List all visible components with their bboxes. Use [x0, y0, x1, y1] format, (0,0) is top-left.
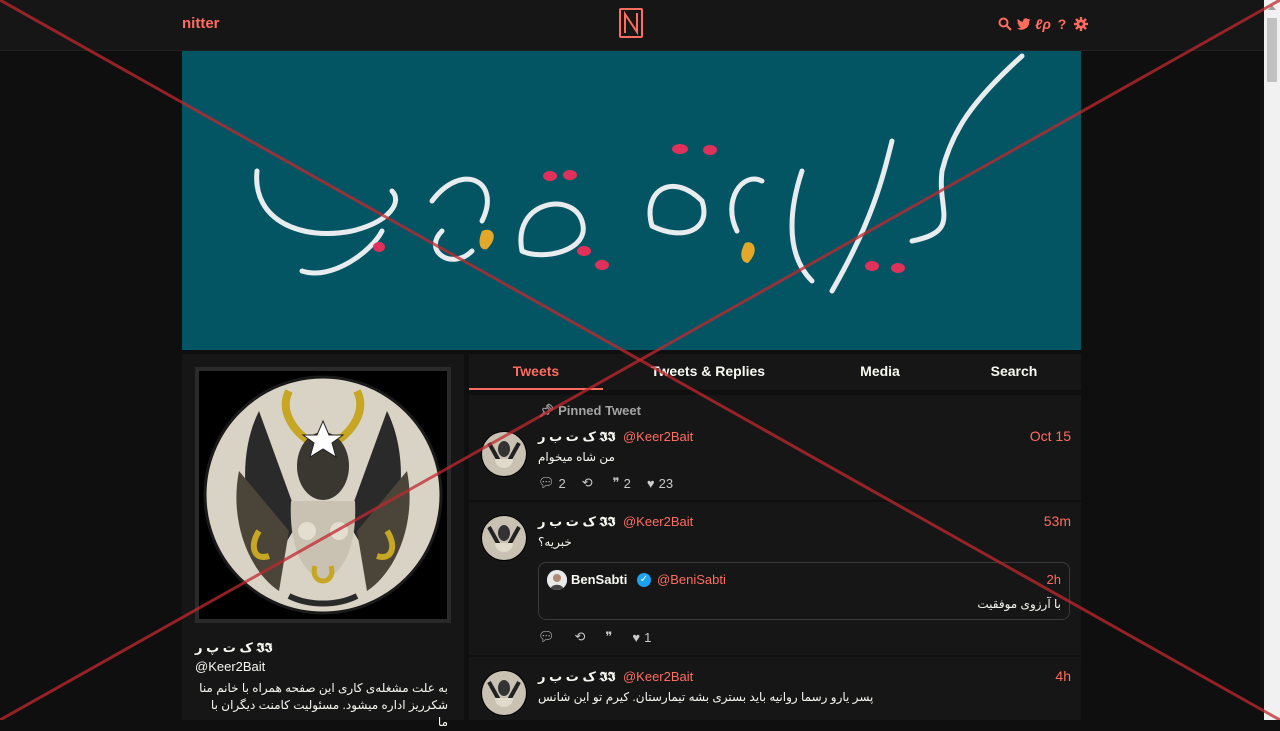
- tweet-username[interactable]: @Keer2Bait: [623, 514, 693, 529]
- tweet-avatar[interactable]: [481, 431, 527, 477]
- quoted-tweet[interactable]: BenSabti ✓ @BeniSabti 2h با آرزوی موفقیت: [538, 562, 1070, 620]
- quote-fullname[interactable]: BenSabti: [571, 572, 627, 587]
- tab-tweets[interactable]: Tweets: [469, 354, 603, 390]
- twitter-icon[interactable]: [1017, 16, 1031, 32]
- search-icon[interactable]: [998, 16, 1012, 32]
- page-scrollbar[interactable]: [1264, 0, 1280, 720]
- gear-icon[interactable]: [1074, 16, 1088, 32]
- scroll-up-arrow[interactable]: [1268, 5, 1276, 10]
- reply-stat[interactable]: 💬︎ 2: [538, 475, 566, 491]
- profile-card: ک ت پ ر 𝕴𝕴 @Keer2Bait به علت مشغله‌ی کار…: [182, 354, 464, 729]
- quote-avatar[interactable]: [547, 570, 567, 590]
- tweet-header: ک ت ب ر 𝕴𝕴 @Keer2Bait: [538, 514, 693, 530]
- navbar: nitter ℓρ ?: [0, 0, 1264, 51]
- reply-count: 2: [558, 475, 566, 491]
- profile-username[interactable]: @Keer2Bait: [195, 659, 265, 674]
- banner-calligraphy-image: [254, 53, 1025, 294]
- tweet-date[interactable]: 53m: [1044, 513, 1071, 529]
- tweet-fullname[interactable]: ک ت ب ر 𝕴𝕴: [538, 429, 615, 444]
- tweet-content: من شاه میخوام: [538, 450, 615, 464]
- help-icon[interactable]: ?: [1055, 16, 1069, 32]
- retweet-icon: ⟲: [581, 475, 593, 490]
- like-stat[interactable]: ♥ 23: [647, 476, 673, 491]
- timeline-item[interactable]: ک ت ب ر 𝕴𝕴 @Keer2Bait 4h پسر یارو رسما ر…: [469, 657, 1081, 720]
- quote-stat[interactable]: ❞: [605, 629, 616, 645]
- verified-icon: ✓: [637, 573, 651, 587]
- profile-tabs: Tweets Tweets & Replies Media Search: [469, 354, 1081, 390]
- rss-icon[interactable]: ℓρ: [1035, 16, 1051, 32]
- tweet-header: ک ت ب ر 𝕴𝕴 @Keer2Bait: [538, 669, 693, 685]
- tab-tweets-replies[interactable]: Tweets & Replies: [635, 354, 781, 390]
- quote-count: 2: [623, 475, 631, 491]
- quote-icon: ❞: [605, 629, 613, 644]
- retweet-stat[interactable]: ⟲: [575, 629, 590, 645]
- tweet-avatar[interactable]: [481, 515, 527, 561]
- comment-icon: 💬︎: [538, 475, 555, 490]
- pinned-text: Pinned Tweet: [558, 403, 641, 418]
- quote-content: با آرزوی موفقیت: [977, 597, 1061, 611]
- like-count: 1: [644, 629, 652, 645]
- scroll-thumb[interactable]: [1267, 18, 1277, 82]
- quote-icon: ❞: [612, 475, 620, 490]
- baphomet-avatar-image: [203, 375, 443, 615]
- quote-username[interactable]: @BeniSabti: [657, 572, 726, 587]
- profile-avatar[interactable]: [195, 367, 451, 623]
- tab-search[interactable]: Search: [969, 354, 1059, 390]
- timeline-item[interactable]: 📌︎ Pinned Tweet ک ت ب ر 𝕴𝕴 @Keer2Bait Oc…: [469, 395, 1081, 500]
- pin-icon: 📌︎: [538, 403, 555, 418]
- profile-banner[interactable]: [182, 51, 1081, 350]
- logo-n-glyph: [624, 10, 638, 36]
- nitter-logo[interactable]: [619, 8, 643, 38]
- retweet-stat[interactable]: ⟲: [582, 475, 597, 491]
- like-count: 23: [658, 475, 674, 491]
- pinned-label: 📌︎ Pinned Tweet: [538, 403, 641, 419]
- tweet-username[interactable]: @Keer2Bait: [623, 669, 693, 684]
- retweet-icon: ⟲: [574, 629, 586, 644]
- heart-icon: ♥: [632, 629, 641, 645]
- tweet-content: پسر یارو رسما روانیه باید بستری بشه تیما…: [538, 690, 874, 704]
- tweet-stats: 💬︎ ⟲ ❞ ♥ 1: [538, 629, 651, 645]
- comment-icon: 💬︎: [538, 629, 555, 644]
- heart-icon: ♥: [646, 475, 655, 491]
- timeline-item[interactable]: ک ت ب ر 𝕴𝕴 @Keer2Bait 53m خبریه؟ BenSabt…: [469, 502, 1081, 655]
- like-stat[interactable]: ♥ 1: [632, 630, 651, 645]
- tweet-date[interactable]: Oct 15: [1030, 428, 1071, 444]
- tweet-header: ک ت ب ر 𝕴𝕴 @Keer2Bait: [538, 429, 693, 445]
- profile-fullname[interactable]: ک ت پ ر 𝕴𝕴: [195, 640, 272, 656]
- tweet-content: خبریه؟: [538, 535, 572, 549]
- brand-link[interactable]: nitter: [182, 15, 220, 32]
- tab-media[interactable]: Media: [835, 354, 925, 390]
- tweet-username[interactable]: @Keer2Bait: [623, 429, 693, 444]
- quote-date[interactable]: 2h: [1047, 572, 1061, 587]
- tweet-date[interactable]: 4h: [1055, 668, 1071, 684]
- profile-bio: به علت مشغله‌ی کاری این صفحه همراه با خا…: [199, 681, 448, 729]
- reply-stat[interactable]: 💬︎: [538, 629, 559, 645]
- tweet-fullname[interactable]: ک ت ب ر 𝕴𝕴: [538, 514, 615, 529]
- quote-stat[interactable]: ❞ 2: [613, 475, 631, 491]
- tweet-avatar[interactable]: [481, 670, 527, 716]
- nav-icons: ℓρ ?: [998, 16, 1088, 32]
- tweet-fullname[interactable]: ک ت ب ر 𝕴𝕴: [538, 669, 615, 684]
- tweet-stats: 💬︎ 2 ⟲ ❞ 2 ♥ 23: [538, 475, 673, 491]
